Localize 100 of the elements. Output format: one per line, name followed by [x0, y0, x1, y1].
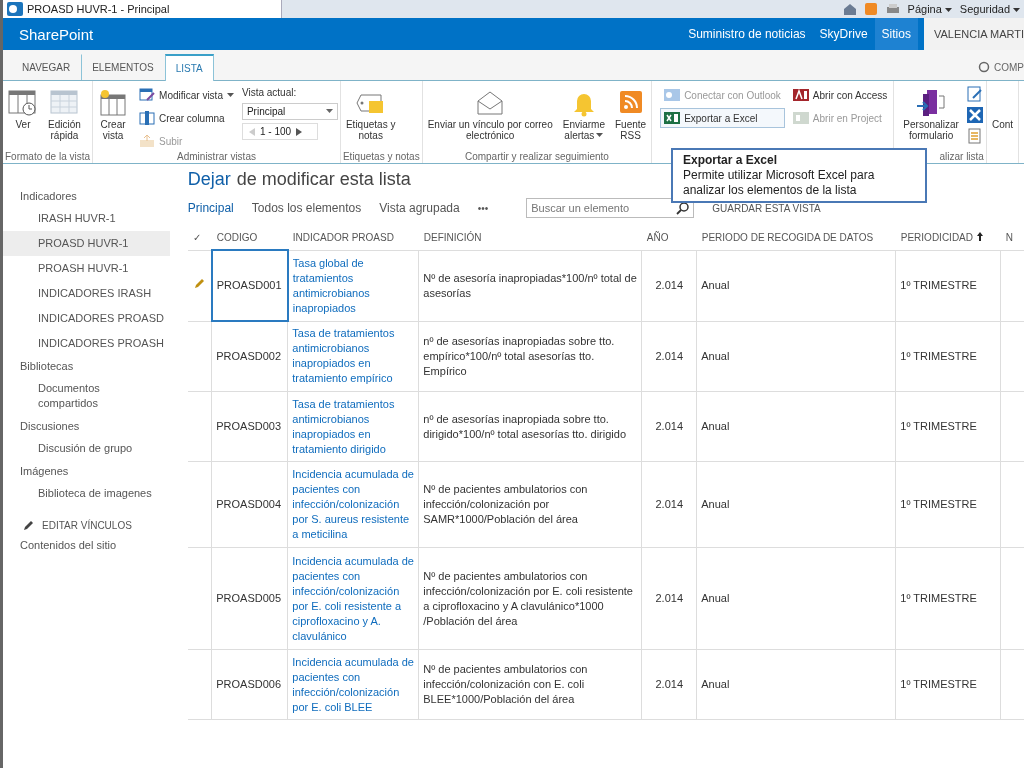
ribbon-button[interactable]: Crear vista [95, 85, 132, 143]
more-views[interactable]: ••• [477, 202, 489, 214]
search-icon[interactable] [676, 202, 690, 215]
sort-arrow-icon [977, 232, 983, 242]
sidebar-item[interactable]: INDICADORES IRASH [3, 281, 170, 306]
ribbon-tab[interactable]: NAVEGAR [11, 54, 82, 80]
sharepoint-icon [7, 2, 23, 16]
table-cell: Nº de pacientes ambulatorios con infección/colonización por E. coli resistente a ciprofloxacino y A clavulánico*1000 /Población del área [418, 547, 642, 650]
project-icon [792, 111, 809, 125]
table-cell: 2.014 [641, 547, 697, 650]
home-icon[interactable] [842, 3, 857, 15]
column-icon [139, 111, 156, 125]
sidebar-item[interactable]: Documentos compartidos [3, 376, 170, 416]
ribbon-tab[interactable]: ELEMENTOS [81, 54, 165, 80]
site-contents-link[interactable]: Contenidos del sitio [3, 535, 170, 555]
browser-menu[interactable]: Seguridad [959, 3, 1020, 15]
browser-tab[interactable]: PROASD HUVR-1 - Principal [3, 0, 282, 18]
pencil-icon [23, 520, 34, 531]
ribbon-button[interactable]: Modificar vista [135, 85, 238, 105]
sidebar-heading[interactable]: Discusiones [3, 416, 170, 436]
table-cell: PROASD005 [211, 547, 288, 650]
table-cell: PROASD004 [211, 461, 288, 548]
right-arrow-icon[interactable] [296, 127, 303, 136]
column-header[interactable]: PERIODICIDAD [900, 232, 973, 244]
table-cell: PROASD003 [211, 391, 288, 462]
save-view-link[interactable]: GUARDAR ESTA VISTA [712, 202, 821, 214]
sidebar-heading[interactable]: Indicadores [3, 186, 170, 206]
table-cell: 1º TRIMESTRE [895, 391, 1001, 462]
caret-icon [325, 109, 333, 114]
edit-view-icon [139, 88, 156, 102]
table-cell: 1º TRIMESTRE [895, 250, 1001, 321]
access-icon [792, 88, 809, 102]
table-cell: Anual [696, 649, 896, 720]
ribbon-button[interactable]: Edición rápida [45, 85, 84, 143]
table-cell: nº de asesorías inapropiadas sobre tto. empírico*100/nº total asesorías tto. Empírico [418, 321, 642, 392]
tools-icon [966, 107, 983, 123]
table-cell: 1º TRIMESTRE [895, 461, 1001, 548]
pager[interactable]: 1 - 100 [241, 123, 318, 140]
sidebar-item[interactable]: Biblioteca de imagenes [3, 481, 170, 506]
ribbon-icon-button[interactable] [965, 106, 984, 124]
list-settings-icon [966, 128, 983, 144]
browser-menu[interactable]: Página [907, 3, 952, 15]
table-cell: 2.014 [641, 649, 697, 720]
pencil-icon[interactable] [193, 278, 205, 289]
rss-icon[interactable] [864, 3, 878, 15]
ribbon-button[interactable]: Abrir con Access [788, 85, 892, 105]
table-cell: Nº de asesoría inapropiadas*100/nº total de asesorías [418, 250, 642, 321]
table-cell: 2.014 [641, 321, 697, 392]
tooltip-title: Exportar a Excel [683, 153, 779, 168]
edit-links[interactable]: EDITAR VÍNCULOS [3, 506, 170, 535]
ribbon-button[interactable]: Cont [988, 85, 1017, 132]
column-header[interactable]: AÑO [646, 232, 669, 244]
sidebar-item[interactable]: INDICADORES PROASH [3, 331, 170, 356]
caret-icon [1013, 8, 1020, 13]
user-name[interactable]: VALENCIA MARTI [923, 18, 1024, 50]
ribbon-button[interactable]: Enviar un vínculo por correo electrónico [424, 85, 556, 143]
table-cell: Nº de pacientes ambulatorios con infección/colonización por SAMR*1000/Población del área [418, 461, 642, 548]
column-header[interactable]: INDICADOR PROASD [292, 232, 394, 244]
tooltip-text: Permite utilizar Microsoft Excel para analizar los elementos de la lista [683, 168, 876, 198]
table-cell: Nº de pacientes ambulatorios con infección/colonización con E. coli BLEE*1000/Población del área [418, 649, 642, 720]
suite-link[interactable]: SkyDrive [812, 18, 875, 50]
column-header[interactable]: DEFINICIÓN [423, 232, 482, 244]
print-icon[interactable] [885, 3, 900, 15]
sidebar-item[interactable]: Discusión de grupo [3, 436, 170, 461]
search-field[interactable]: Buscar un elemento [526, 198, 695, 218]
suite-link[interactable]: Sitios [874, 18, 918, 50]
sidebar-item[interactable]: PROASH HUVR-1 [3, 256, 170, 281]
view-dropdown[interactable]: Principal [241, 103, 338, 120]
stop-editing-link[interactable]: Dejar [187, 169, 231, 190]
ribbon-button[interactable]: Fuente RSS [612, 85, 650, 143]
table-cell: 2.014 [641, 461, 697, 548]
view-link[interactable]: Principal [187, 201, 234, 215]
brand-name: SharePoint [18, 25, 95, 43]
ribbon-button[interactable]: Crear columna [135, 108, 238, 128]
caret-icon [944, 8, 952, 13]
sidebar-item[interactable]: PROASD HUVR-1 [3, 231, 170, 256]
sidebar-item[interactable]: INDICADORES PROASD [3, 306, 170, 331]
edit-form-icon [966, 86, 983, 102]
column-header[interactable]: N [1005, 232, 1013, 244]
column-header[interactable]: PERIODO DE RECOGIDA DE DATOS [701, 232, 874, 244]
ribbon-button[interactable]: Exportar a Excel [660, 108, 785, 128]
view-caption: Vista actual: [241, 86, 298, 100]
sidebar-heading[interactable]: Bibliotecas [3, 356, 170, 376]
table-cell: 1º TRIMESTRE [895, 649, 1001, 720]
view-link[interactable]: Todos los elementos [251, 201, 362, 215]
column-header[interactable]: CODIGO [216, 232, 258, 243]
sidebar-heading[interactable]: Imágenes [3, 461, 170, 481]
view-link[interactable]: Vista agrupada [379, 201, 460, 215]
compartir-link[interactable]: COMP [978, 54, 1024, 80]
suite-link[interactable]: Suministro de noticias [681, 18, 813, 50]
ribbon-button[interactable]: Ver [5, 85, 41, 132]
table-cell: Anual [696, 547, 896, 650]
ribbon-button[interactable]: Enviarme alertas [559, 85, 608, 143]
ribbon-icon-button[interactable] [965, 85, 984, 103]
page-title: de modificar esta lista [236, 169, 411, 190]
ribbon-button[interactable]: Etiquetas y notas [342, 85, 399, 143]
ribbon-button[interactable]: Personalizar formulario [900, 85, 962, 143]
select-all-check[interactable]: ✓ [192, 232, 201, 244]
ribbon-tab[interactable]: LISTA [164, 54, 214, 81]
sidebar-item[interactable]: IRASH HUVR-1 [3, 206, 170, 231]
